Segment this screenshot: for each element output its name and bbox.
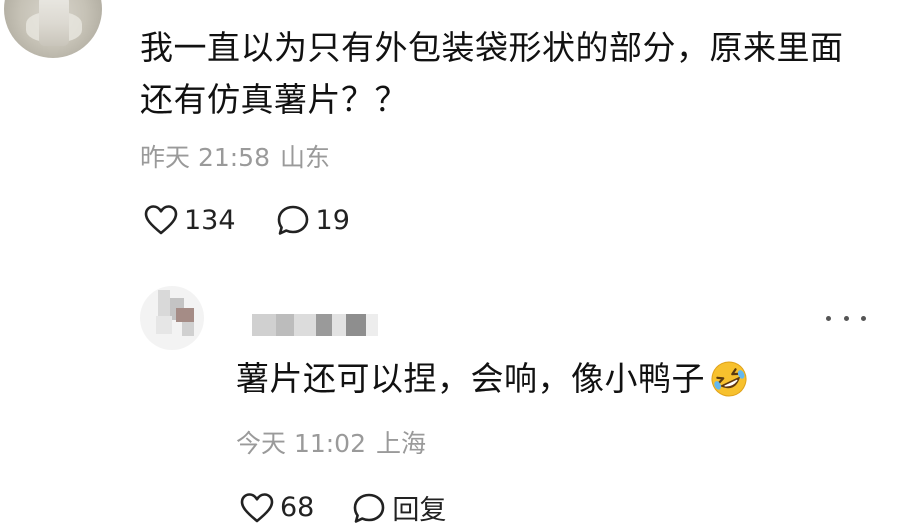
reply-text: 薯片还可以捏，会响，像小鸭子 (236, 359, 705, 398)
reply-meta: 今天 11:02 上海 (236, 426, 426, 462)
heart-outline-icon (240, 492, 274, 522)
speech-bubble-icon (354, 493, 385, 523)
reply-text-row: 薯片还可以捏，会响，像小鸭子 (236, 354, 749, 404)
more-dots-icon[interactable] (826, 308, 866, 328)
replier-avatar[interactable] (140, 286, 204, 350)
replier-username-redacted[interactable] (252, 314, 378, 336)
commenter-avatar[interactable] (4, 0, 102, 58)
reply-actions: 68 回复 (240, 488, 446, 527)
rolling-laughing-emoji-icon (711, 361, 747, 397)
like-button[interactable]: 134 (144, 204, 236, 236)
reply-time: 今天 11:02 (236, 429, 366, 458)
speech-bubble-icon (277, 205, 308, 235)
comment-time: 昨天 21:58 (140, 143, 270, 172)
comment-actions: 134 19 (144, 204, 350, 236)
reply-like-button[interactable]: 68 (240, 492, 314, 524)
comment-text: 我一直以为只有外包装袋形状的部分，原来里面还有仿真薯片？？ (140, 28, 844, 119)
comment-meta: 昨天 21:58 山东 (140, 140, 330, 176)
reply-button[interactable]: 回复 (352, 488, 446, 527)
reply-label: 回复 (392, 495, 447, 526)
like-count: 134 (184, 204, 236, 236)
reply-like-count: 68 (280, 492, 315, 523)
reply-location: 上海 (376, 429, 427, 458)
heart-outline-icon (144, 205, 178, 235)
comment-thread: 我一直以为只有外包装袋形状的部分，原来里面还有仿真薯片？？ 昨天 21:58 山东… (0, 0, 900, 532)
comment-count: 19 (315, 204, 350, 236)
comment-button[interactable]: 19 (276, 204, 350, 236)
comment-location: 山东 (280, 143, 331, 172)
